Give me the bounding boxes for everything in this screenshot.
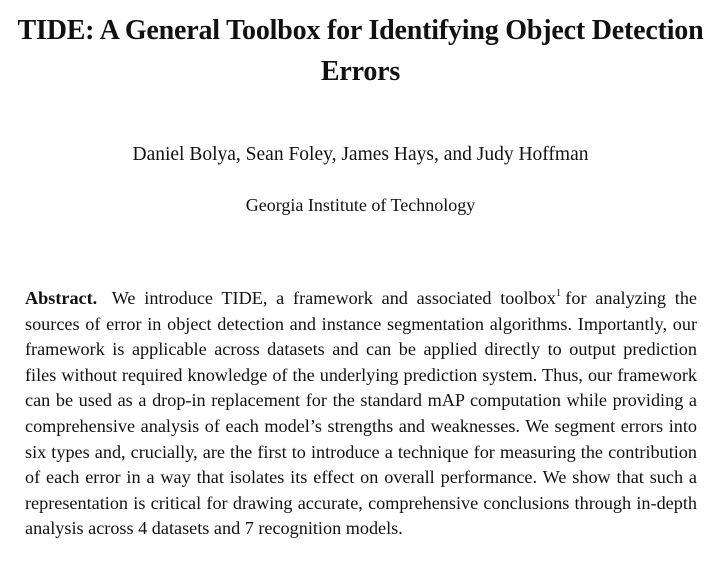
paper-title: TIDE: A General Toolbox for Identifying …	[17, 15, 704, 87]
author-list: Daniel Bolya, Sean Foley, James Hays, an…	[132, 144, 589, 165]
abstract-text-start: We introduce TIDE, a framework and assoc…	[111, 288, 556, 308]
paper-page: TIDE: A General Toolbox for Identifying …	[0, 0, 721, 567]
abstract-paragraph: Abstract. We introduce TIDE, a framework…	[25, 286, 697, 542]
abstract-text-rest: for analyzing the sources of error in ob…	[25, 288, 698, 539]
abstract-label: Abstract.	[25, 288, 98, 308]
affiliation: Georgia Institute of Technology	[245, 195, 476, 215]
footnote-mark[interactable]: 1	[556, 287, 562, 299]
